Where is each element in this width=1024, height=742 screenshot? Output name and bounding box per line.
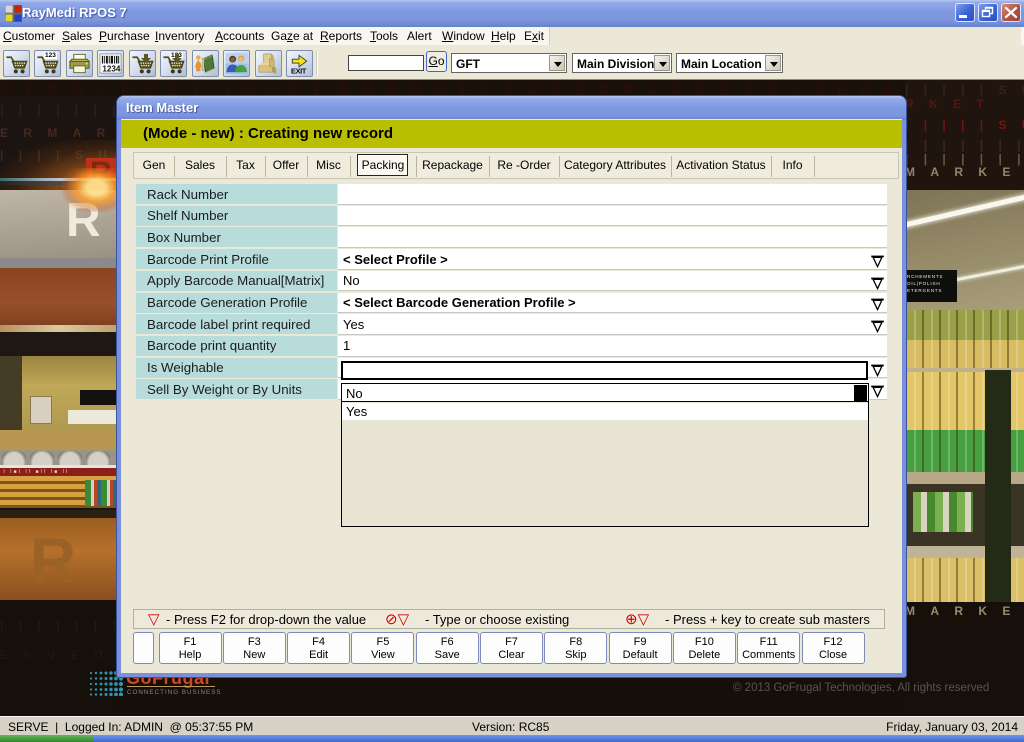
svg-text:1234: 1234 — [102, 64, 121, 73]
svg-text:EXIT: EXIT — [291, 66, 307, 75]
